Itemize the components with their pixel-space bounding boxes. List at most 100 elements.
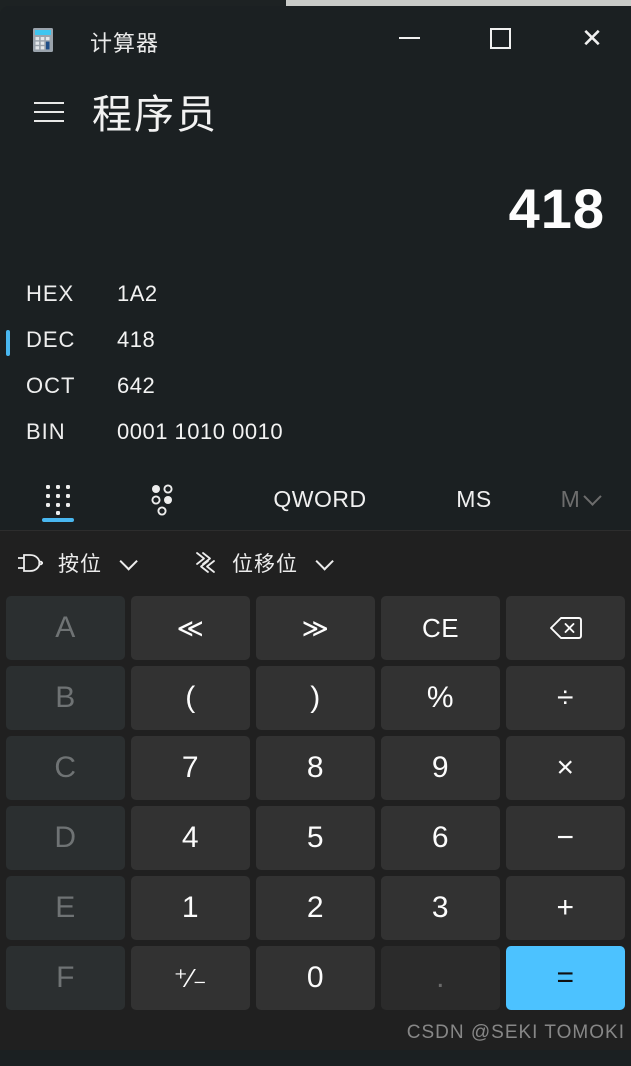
key-6-label: 6 xyxy=(431,821,450,854)
key-divide-label: ÷ xyxy=(557,681,574,714)
radix-value: 1A2 xyxy=(117,281,158,306)
key-shift-right[interactable]: ≫ xyxy=(256,596,375,660)
watermark: CSDN @SEKI TOMOKI xyxy=(406,1022,625,1043)
key-2-label: 2 xyxy=(306,891,325,924)
maximize-icon xyxy=(489,27,511,49)
radix-label: DEC xyxy=(26,327,76,352)
maximize-button[interactable] xyxy=(470,14,530,62)
key-equals[interactable]: = xyxy=(506,946,625,1010)
key-0-label: 0 xyxy=(306,961,325,994)
key-multiply-label: × xyxy=(556,751,575,784)
key-d-label: D xyxy=(54,821,77,854)
key-8[interactable]: 8 xyxy=(256,736,375,800)
key-backspace[interactable] xyxy=(506,596,625,660)
tab-word-size-label: QWORD xyxy=(273,485,367,512)
key-clear-entry[interactable]: CE xyxy=(381,596,500,660)
key-negate-label: ⁺⁄₋ xyxy=(173,962,208,993)
key-4[interactable]: 4 xyxy=(131,806,250,870)
tab-memory-menu[interactable]: M xyxy=(534,468,626,530)
key-paren-close-label: ) xyxy=(310,681,321,714)
key-multiply[interactable]: × xyxy=(506,736,625,800)
chevron-down-icon xyxy=(315,551,334,571)
radix-active-indicator xyxy=(6,376,10,402)
bitwise-dropdown[interactable]: 按位 xyxy=(16,530,138,596)
radix-label: OCT xyxy=(26,373,76,398)
key-6[interactable]: 6 xyxy=(381,806,500,870)
key-8-label: 8 xyxy=(306,751,325,784)
function-dropdown-row: 按位 位移位 xyxy=(0,530,631,596)
key-decimal[interactable]: . xyxy=(381,946,500,1010)
minimize-button[interactable] xyxy=(379,14,439,62)
key-f[interactable]: F xyxy=(6,946,125,1010)
key-add[interactable]: + xyxy=(506,876,625,940)
key-3[interactable]: 3 xyxy=(381,876,500,940)
key-1[interactable]: 1 xyxy=(131,876,250,940)
chevron-down-icon xyxy=(119,551,138,571)
radix-row-bin[interactable]: BIN 0001 1010 0010 xyxy=(0,412,631,458)
page-title: 程序员 xyxy=(92,93,218,137)
key-divide[interactable]: ÷ xyxy=(506,666,625,730)
close-button[interactable]: ✕ xyxy=(562,14,622,62)
key-e[interactable]: E xyxy=(6,876,125,940)
key-subtract[interactable]: − xyxy=(506,806,625,870)
key-subtract-label: − xyxy=(556,821,575,854)
key-a-label: A xyxy=(55,611,76,644)
radix-value: 418 xyxy=(117,327,156,352)
key-a[interactable]: A xyxy=(6,596,125,660)
title-bar: 计算器 ✕ xyxy=(0,6,631,70)
key-2[interactable]: 2 xyxy=(256,876,375,940)
bit-shift-dropdown[interactable]: 位移位 xyxy=(192,530,334,596)
tab-word-size[interactable]: QWORD xyxy=(236,468,404,530)
minimize-icon xyxy=(398,37,420,39)
tab-bit-toggle[interactable] xyxy=(124,468,200,530)
tab-memory-store[interactable]: MS xyxy=(424,468,524,530)
key-7[interactable]: 7 xyxy=(131,736,250,800)
key-5-label: 5 xyxy=(306,821,325,854)
radix-active-indicator xyxy=(6,284,10,310)
keypad-panel: 按位 位移位 A ≪ ≫ CE B()% ÷ C 7 8 9 × D 4 5 6… xyxy=(0,530,631,1050)
key-paren-open-label: ( xyxy=(185,681,196,714)
key-d[interactable]: D xyxy=(6,806,125,870)
hamburger-line xyxy=(34,102,64,104)
radix-label: BIN xyxy=(26,419,66,444)
hamburger-line xyxy=(34,120,64,122)
key-5[interactable]: 5 xyxy=(256,806,375,870)
key-negate[interactable]: ⁺⁄₋ xyxy=(131,946,250,1010)
radix-row-dec[interactable]: DEC 418 xyxy=(0,320,631,366)
hamburger-icon[interactable] xyxy=(30,94,70,130)
key-9[interactable]: 9 xyxy=(381,736,500,800)
radix-active-indicator xyxy=(6,330,10,356)
key-3-label: 3 xyxy=(431,891,450,924)
hamburger-line xyxy=(34,111,64,113)
key-c[interactable]: C xyxy=(6,736,125,800)
radix-value: 0001 1010 0010 xyxy=(117,419,284,444)
calculator-window: 计算器 ✕ 程序员 418 HEX 1A2 DEC 418 OCT 642 BIN 0001 … xyxy=(0,6,631,1066)
radix-row-hex[interactable]: HEX 1A2 xyxy=(0,274,631,320)
display-area: 418 xyxy=(0,148,631,274)
tab-keypad[interactable] xyxy=(20,468,96,530)
chevron-down-icon xyxy=(583,486,603,506)
key-percent[interactable]: % xyxy=(381,666,500,730)
key-1-label: 1 xyxy=(181,891,200,924)
radix-list: HEX 1A2 DEC 418 OCT 642 BIN 0001 1010 0010 xyxy=(0,274,631,468)
key-9-label: 9 xyxy=(431,751,450,784)
key-b[interactable]: B xyxy=(6,666,125,730)
tab-strip: QWORD MS M xyxy=(0,468,631,530)
backspace-icon xyxy=(549,615,583,641)
tab-memory-store-label: MS xyxy=(456,485,492,512)
result-value: 418 xyxy=(508,177,605,240)
key-c-label: C xyxy=(54,751,77,784)
key-paren-close[interactable]: ) xyxy=(256,666,375,730)
key-7-label: 7 xyxy=(181,751,200,784)
radix-row-oct[interactable]: OCT 642 xyxy=(0,366,631,412)
calculator-icon xyxy=(30,27,56,53)
key-b-label: B xyxy=(55,681,76,714)
key-paren-open[interactable]: ( xyxy=(131,666,250,730)
key-4-label: 4 xyxy=(181,821,200,854)
mode-header: 程序员 xyxy=(0,70,631,148)
key-shift-left[interactable]: ≪ xyxy=(131,596,250,660)
bitwise-label: 按位 xyxy=(58,553,102,576)
bit-shift-icon xyxy=(192,550,220,576)
key-0[interactable]: 0 xyxy=(256,946,375,1010)
radix-active-indicator xyxy=(6,422,10,448)
